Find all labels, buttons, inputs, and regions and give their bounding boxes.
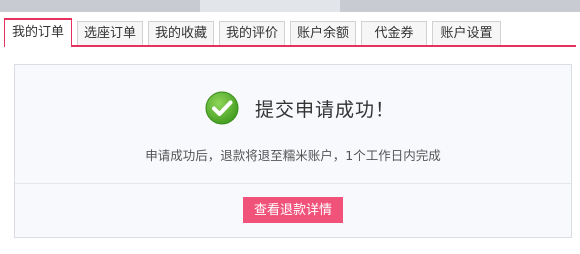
cropped-text-fragment [30, 246, 60, 254]
top-header-strip [0, 0, 580, 12]
success-header: 提交申请成功！ [205, 91, 395, 125]
tab-my-orders[interactable]: 我的订单 [4, 18, 72, 47]
tab-account-settings[interactable]: 账户设置 [432, 21, 501, 45]
tab-vouchers[interactable]: 代金券 [361, 21, 427, 45]
divider [15, 183, 571, 184]
tab-seat-orders[interactable]: 选座订单 [77, 21, 143, 45]
check-circle-icon [205, 91, 239, 125]
account-tabs: 我的订单 选座订单 我的收藏 我的评价 账户余额 代金券 账户设置 [4, 18, 576, 47]
tab-my-favorites[interactable]: 我的收藏 [148, 21, 214, 45]
tab-account-balance[interactable]: 账户余额 [290, 21, 356, 45]
tab-my-reviews[interactable]: 我的评价 [219, 21, 285, 45]
refund-description: 申请成功后，退款将退至糯米账户，1个工作日内完成 [145, 148, 441, 163]
refund-result-panel: 提交申请成功！ 申请成功后，退款将退至糯米账户，1个工作日内完成 查看退款详情 [14, 64, 572, 238]
view-refund-details-button[interactable]: 查看退款详情 [243, 197, 343, 223]
success-title: 提交申请成功！ [255, 98, 396, 121]
header-highlight [200, 0, 340, 12]
